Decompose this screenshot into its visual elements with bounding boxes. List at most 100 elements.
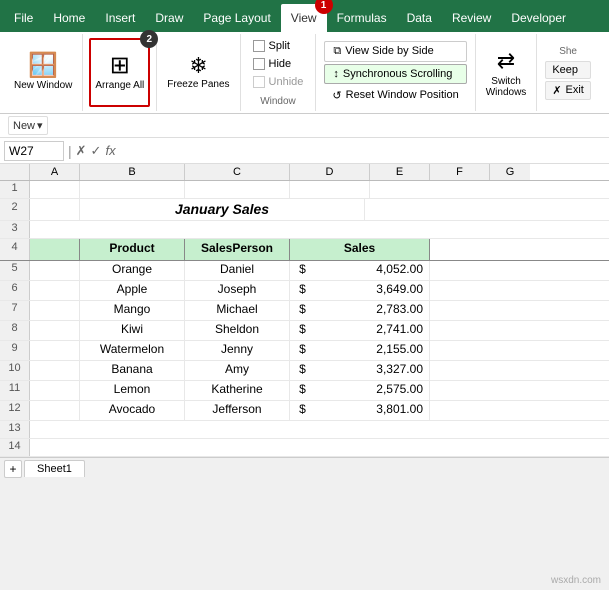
col-header-d[interactable]: D (290, 164, 370, 180)
cell-d5-dollar[interactable]: $ (290, 261, 315, 280)
cell-a6[interactable] (30, 281, 80, 300)
freeze-panes-button[interactable]: ❄ Freeze Panes (163, 38, 233, 107)
cell-d7-value[interactable]: 2,783.00 (315, 301, 430, 320)
cell-d8-dollar[interactable]: $ (290, 321, 315, 340)
cell-c12[interactable]: Jefferson (185, 401, 290, 420)
cell-e10[interactable] (430, 361, 490, 380)
cell-d10-value[interactable]: 3,327.00 (315, 361, 430, 380)
cell-d9-dollar[interactable]: $ (290, 341, 315, 360)
cell-e9[interactable] (430, 341, 490, 360)
cell-b10[interactable]: Banana (80, 361, 185, 380)
tab-insert[interactable]: Insert (95, 4, 145, 32)
cell-a11[interactable] (30, 381, 80, 400)
cell-a12[interactable] (30, 401, 80, 420)
header-product[interactable]: Product (80, 239, 185, 260)
cell-d10-dollar[interactable]: $ (290, 361, 315, 380)
tab-file[interactable]: File (4, 4, 43, 32)
cell-e1[interactable] (370, 181, 430, 198)
cell-b6[interactable]: Apple (80, 281, 185, 300)
cell-b1[interactable] (80, 181, 185, 198)
cell-c11[interactable]: Katherine (185, 381, 290, 400)
cell-c5[interactable]: Daniel (185, 261, 290, 280)
cell-d7-dollar[interactable]: $ (290, 301, 315, 320)
cell-c7[interactable]: Michael (185, 301, 290, 320)
col-header-g[interactable]: G (490, 164, 530, 180)
header-salesperson[interactable]: SalesPerson (185, 239, 290, 260)
arrange-all-button[interactable]: ⊞ Arrange All 2 (89, 38, 150, 107)
cell-c1[interactable] (185, 181, 290, 198)
cell-a10[interactable] (30, 361, 80, 380)
col-header-b[interactable]: B (80, 164, 185, 180)
cell-b9[interactable]: Watermelon (80, 341, 185, 360)
sheet-tab-1[interactable]: Sheet1 (24, 460, 85, 477)
cell-d11-value[interactable]: 2,575.00 (315, 381, 430, 400)
tab-formulas[interactable]: Formulas (327, 4, 397, 32)
view-side-icon: ⧉ (333, 45, 341, 58)
formula-input[interactable] (120, 144, 605, 158)
cell-d6-dollar[interactable]: $ (290, 281, 315, 300)
view-side-by-side-button[interactable]: ⧉ View Side by Side (324, 41, 466, 62)
cell-a1[interactable] (30, 181, 80, 198)
sync-scrolling-button[interactable]: ↕ Synchronous Scrolling (324, 64, 466, 84)
row-1: 1 (0, 181, 609, 199)
tab-data[interactable]: Data (397, 4, 442, 32)
tab-developer[interactable]: Developer (501, 4, 576, 32)
header-sales[interactable]: Sales (290, 239, 430, 260)
col-header-e[interactable]: E (370, 164, 430, 180)
cell-a8[interactable] (30, 321, 80, 340)
tab-draw[interactable]: Draw (145, 4, 193, 32)
cell-f4[interactable] (430, 239, 490, 260)
keep-button[interactable]: Keep (545, 61, 591, 79)
col-header-c[interactable]: C (185, 164, 290, 180)
new-quick-button[interactable]: New ▾ (8, 116, 48, 135)
hide-button[interactable]: Hide (249, 56, 308, 72)
cell-e5[interactable] (430, 261, 490, 280)
cell-e11[interactable] (430, 381, 490, 400)
tab-home[interactable]: Home (43, 4, 95, 32)
cell-c9[interactable]: Jenny (185, 341, 290, 360)
reset-position-button[interactable]: ↺ Reset Window Position (324, 86, 466, 105)
col-header-a[interactable]: A (30, 164, 80, 180)
cell-d1[interactable] (290, 181, 370, 198)
new-window-button[interactable]: 🪟 New Window (10, 38, 76, 107)
cell-b8[interactable]: Kiwi (80, 321, 185, 340)
fx-icon[interactable]: fx (105, 143, 115, 158)
cell-d2[interactable] (365, 199, 445, 220)
cancel-icon[interactable]: ✗ (76, 143, 87, 159)
cell-c10[interactable]: Amy (185, 361, 290, 380)
split-button[interactable]: Split (249, 38, 308, 54)
cell-b7[interactable]: Mango (80, 301, 185, 320)
cell-d11-dollar[interactable]: $ (290, 381, 315, 400)
cell-b2-title[interactable]: January Sales (80, 199, 365, 220)
cell-a2[interactable] (30, 199, 80, 220)
switch-windows-button[interactable]: ⇄ SwitchWindows (482, 38, 531, 107)
cell-a9[interactable] (30, 341, 80, 360)
tab-page-layout[interactable]: Page Layout (193, 4, 280, 32)
confirm-icon[interactable]: ✓ (91, 143, 102, 159)
cell-reference-box[interactable]: W27 (4, 141, 64, 161)
exit-button[interactable]: ✗ Exit (545, 81, 591, 100)
cell-d8-value[interactable]: 2,741.00 (315, 321, 430, 340)
add-sheet-button[interactable]: + (4, 460, 22, 478)
cell-b12[interactable]: Avocado (80, 401, 185, 420)
cell-a5[interactable] (30, 261, 80, 280)
cell-c8[interactable]: Sheldon (185, 321, 290, 340)
cell-e8[interactable] (430, 321, 490, 340)
tab-view[interactable]: View 1 (281, 4, 327, 32)
unhide-button[interactable]: Unhide (249, 74, 308, 90)
tab-review[interactable]: Review (442, 4, 501, 32)
cell-d5-value[interactable]: 4,052.00 (315, 261, 430, 280)
cell-a7[interactable] (30, 301, 80, 320)
cell-e7[interactable] (430, 301, 490, 320)
cell-e12[interactable] (430, 401, 490, 420)
cell-d12-dollar[interactable]: $ (290, 401, 315, 420)
cell-b11[interactable]: Lemon (80, 381, 185, 400)
cell-d9-value[interactable]: 2,155.00 (315, 341, 430, 360)
cell-e6[interactable] (430, 281, 490, 300)
col-header-f[interactable]: F (430, 164, 490, 180)
cell-d12-value[interactable]: 3,801.00 (315, 401, 430, 420)
cell-a4[interactable] (30, 239, 80, 260)
cell-d6-value[interactable]: 3,649.00 (315, 281, 430, 300)
cell-b5[interactable]: Orange (80, 261, 185, 280)
cell-c6[interactable]: Joseph (185, 281, 290, 300)
